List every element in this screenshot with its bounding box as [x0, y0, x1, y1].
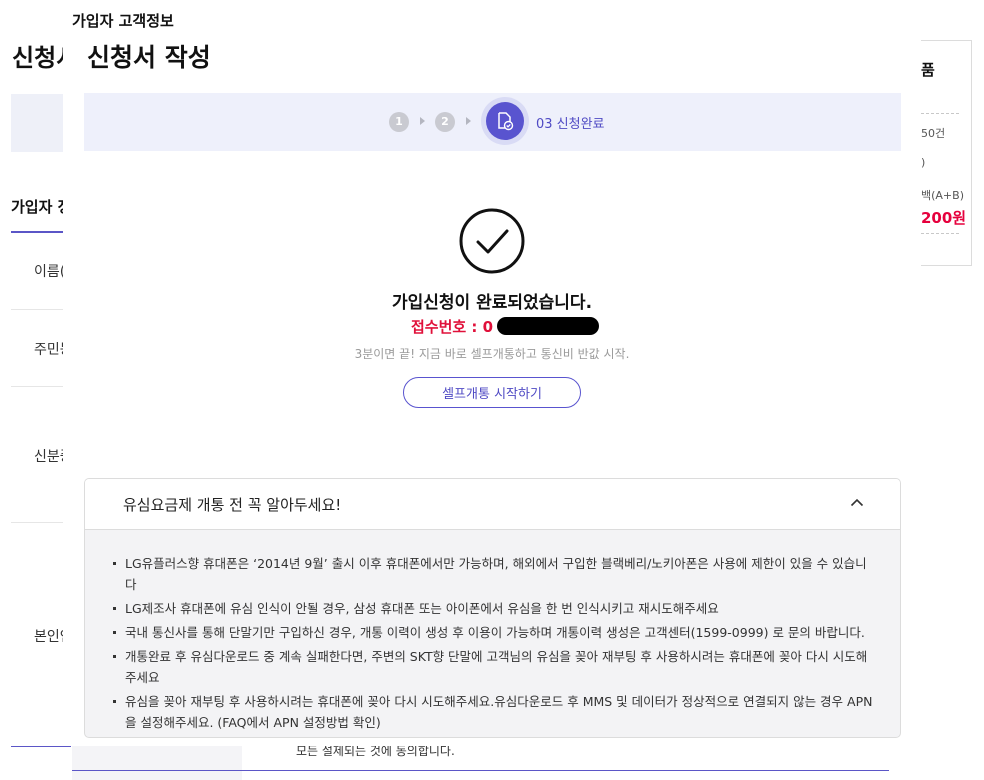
notice-item: LG제조사 휴대폰에 유심 인식이 안될 경우, 삼성 휴대폰 또는 아이폰에서… — [113, 598, 873, 619]
background-row-divider — [11, 522, 67, 523]
step-indicator: 1 2 03 신청완료 — [84, 93, 901, 151]
notice-list: LG유플러스향 휴대폰은 ‘2014년 9월’ 출시 이후 휴대폰에서만 가능하… — [113, 553, 873, 736]
step-3-active-badge — [486, 102, 524, 140]
background-row-divider — [11, 309, 67, 310]
background-agreement-box — [72, 746, 242, 780]
background-step-band — [11, 94, 67, 152]
summary-price: 200원 — [921, 209, 967, 227]
completion-message: 가입신청이 완료되었습니다. — [391, 293, 593, 313]
step-3-label: 03 신청완료 — [536, 117, 605, 132]
notice-item: 유심을 꽂아 재부팅 후 사용하시려는 휴대폰에 꽂아 다시 시도해주세요.유심… — [113, 691, 873, 733]
chevron-up-icon[interactable] — [850, 498, 864, 507]
notice-title: 유심요금제 개통 전 꼭 알아두세요! — [123, 496, 342, 514]
summary-title: 품 — [921, 61, 935, 79]
background-form-labels — [11, 233, 68, 747]
notice-item: 개통완료 후 유심다운로드 중 계속 실패한다면, 주변의 SKT향 단말에 고… — [113, 646, 873, 688]
breadcrumb: 가입자 고객정보 — [72, 12, 174, 30]
background-row-divider — [11, 386, 67, 387]
document-check-icon — [498, 112, 514, 131]
self-activation-button[interactable]: 셀프개통 시작하기 — [403, 377, 581, 408]
self-activation-hint: 3분이면 끝! 지금 바로 셀프개통하고 통신비 반값 시작. — [354, 347, 630, 361]
summary-line: 백(A+B) — [921, 189, 964, 202]
notice-accordion-header[interactable]: 유심요금제 개통 전 꼭 알아두세요! — [85, 479, 900, 530]
summary-line: 50건 — [921, 127, 946, 140]
background-row-name: 이름( — [34, 264, 66, 280]
receipt-number: 접수번호 : 0 — [411, 318, 494, 336]
application-complete-modal: 가입자 고객정보 신청서 작성 1 2 03 신청완료 가입신청이 완료되었습니… — [63, 0, 921, 746]
notice-item: 국내 통신사를 통해 단말기만 구입하신 경우, 개통 이력이 생성 후 이용이… — [113, 622, 873, 643]
summary-divider — [921, 113, 959, 114]
summary-line: ) — [921, 156, 926, 169]
background-bottom-rule — [72, 770, 889, 771]
notice-item: LG유플러스향 휴대폰은 ‘2014년 9월’ 출시 이후 휴대폰에서만 가능하… — [113, 553, 873, 595]
notice-accordion: 유심요금제 개통 전 꼭 알아두세요! LG유플러스향 휴대폰은 ‘2014년 … — [84, 478, 901, 738]
step-arrow-icon — [466, 117, 471, 125]
page-title: 신청서 작성 — [87, 43, 211, 72]
redacted-receipt-number — [497, 317, 599, 335]
step-1-badge: 1 — [389, 112, 409, 132]
step-arrow-icon — [420, 117, 425, 125]
check-circle-icon — [459, 208, 525, 274]
step-2-badge: 2 — [435, 112, 455, 132]
background-order-summary: 품 50건 ) 백(A+B) 200원 — [921, 40, 972, 266]
background-form-bottom-rule — [11, 746, 71, 747]
summary-divider — [921, 233, 959, 234]
